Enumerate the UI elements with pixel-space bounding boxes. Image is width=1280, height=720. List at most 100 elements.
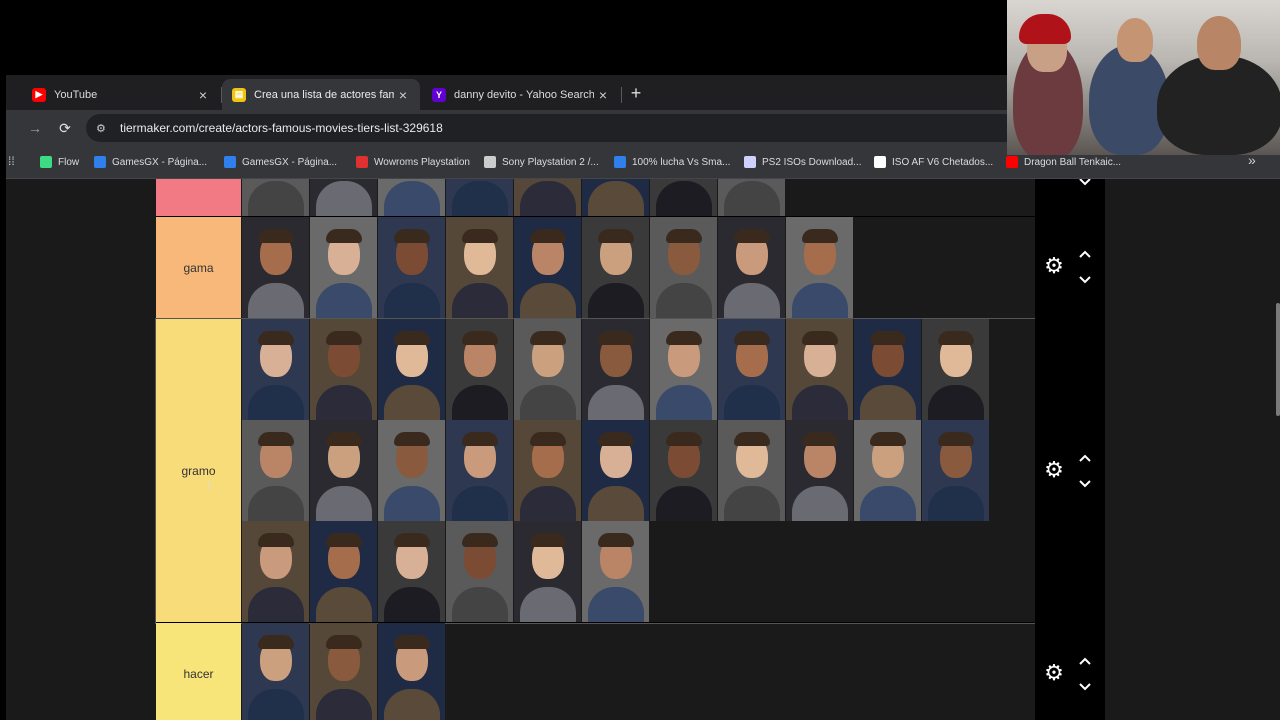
actor-tile[interactable]	[310, 623, 377, 720]
bookmark-gamesgx-2[interactable]: GamesGX - Página...	[224, 154, 337, 170]
chevron-up-icon[interactable]	[1077, 247, 1093, 261]
actor-body	[588, 587, 644, 622]
tab-tiermaker[interactable]: ▤ Crea una lista de actores famosos ×	[222, 79, 420, 110]
actor-tile[interactable]	[922, 420, 989, 521]
actor-hair	[258, 432, 294, 446]
actor-tile[interactable]	[922, 319, 989, 420]
actor-tile[interactable]	[650, 179, 717, 216]
actor-tile[interactable]	[786, 217, 853, 318]
actor-tile[interactable]	[582, 179, 649, 216]
actor-tile[interactable]	[514, 217, 581, 318]
actor-tile[interactable]	[514, 319, 581, 420]
site-info-icon[interactable]: ⚙	[96, 122, 112, 135]
new-tab-button[interactable]: +	[626, 83, 646, 103]
actor-tile[interactable]	[582, 521, 649, 622]
actor-tile[interactable]	[242, 217, 309, 318]
chevron-down-icon[interactable]	[1077, 273, 1093, 287]
actor-tile[interactable]	[446, 521, 513, 622]
yahoo-icon: Y	[432, 87, 446, 102]
gear-icon[interactable]: ⚙	[1043, 255, 1065, 277]
actor-tile[interactable]	[582, 319, 649, 420]
actor-tile[interactable]	[310, 179, 377, 216]
actor-tile[interactable]	[650, 420, 717, 521]
actor-body	[860, 486, 916, 521]
bookmark-icon	[40, 156, 52, 168]
actor-tile[interactable]	[378, 623, 445, 720]
close-tab-icon[interactable]: ×	[394, 87, 412, 103]
actor-tile[interactable]	[718, 179, 785, 216]
tier-controls-hacer: ⚙	[1035, 623, 1105, 720]
tier-label[interactable]: gama	[156, 217, 241, 318]
bookmark-gamesgx-1[interactable]: GamesGX - Página...	[94, 154, 207, 170]
actor-tile[interactable]	[854, 420, 921, 521]
actor-tile[interactable]	[242, 179, 309, 216]
actor-tile[interactable]	[378, 420, 445, 521]
actor-tile[interactable]	[786, 420, 853, 521]
actor-tile[interactable]	[446, 179, 513, 216]
actor-tile[interactable]	[242, 521, 309, 622]
actor-tile[interactable]	[718, 217, 785, 318]
actor-tile[interactable]	[310, 319, 377, 420]
chevron-up-icon[interactable]	[1077, 451, 1093, 465]
forward-icon[interactable]: →	[26, 119, 44, 137]
tab-youtube[interactable]: ▶ YouTube ×	[22, 79, 220, 110]
actor-tile[interactable]	[378, 217, 445, 318]
actor-body	[588, 283, 644, 318]
chevron-down-icon[interactable]	[1077, 179, 1093, 189]
apps-icon[interactable]: ⁞⁞	[8, 154, 15, 168]
bookmark-ps2-isos[interactable]: PS2 ISOs Download...	[744, 154, 862, 170]
tier-label[interactable]: hacer	[156, 623, 241, 720]
bookmark-dragon-ball[interactable]: Dragon Ball Tenkaic...	[1006, 154, 1121, 170]
actor-tile[interactable]	[310, 521, 377, 622]
bookmark-flow[interactable]: Flow	[40, 154, 79, 170]
actor-body	[384, 587, 440, 622]
chevron-up-icon[interactable]	[1077, 654, 1093, 668]
bookmark-icon	[1006, 156, 1018, 168]
reload-icon[interactable]: ⟳	[56, 119, 74, 137]
tier-label[interactable]	[156, 179, 241, 216]
close-tab-icon[interactable]: ×	[194, 87, 212, 103]
actor-tile[interactable]	[446, 319, 513, 420]
actor-tile[interactable]	[514, 420, 581, 521]
close-tab-icon[interactable]: ×	[594, 87, 612, 103]
actor-tile[interactable]	[446, 217, 513, 318]
actor-tile[interactable]	[582, 420, 649, 521]
actor-tile[interactable]	[514, 521, 581, 622]
actor-tile[interactable]	[242, 319, 309, 420]
actor-body	[860, 385, 916, 420]
actor-tile[interactable]	[650, 319, 717, 420]
chevron-down-icon[interactable]	[1077, 477, 1093, 491]
bookmark-wowroms[interactable]: Wowroms Playstation	[356, 154, 470, 170]
actor-tile[interactable]	[446, 420, 513, 521]
actor-tile[interactable]	[378, 179, 445, 216]
actor-tile[interactable]	[310, 420, 377, 521]
bookmark-100-lucha[interactable]: 100% lucha Vs Sma...	[614, 154, 730, 170]
actor-hair	[258, 331, 294, 345]
actor-tile[interactable]	[242, 420, 309, 521]
actor-tile[interactable]	[310, 217, 377, 318]
actor-tile[interactable]	[786, 319, 853, 420]
gear-icon[interactable]: ⚙	[1043, 459, 1065, 481]
actor-body	[520, 486, 576, 521]
actor-body	[588, 385, 644, 420]
bookmark-sony-ps2[interactable]: Sony Playstation 2 /...	[484, 154, 599, 170]
actor-tile[interactable]	[718, 420, 785, 521]
actor-tile[interactable]	[378, 319, 445, 420]
actor-tile[interactable]	[514, 179, 581, 216]
actor-tile[interactable]	[718, 319, 785, 420]
actor-tile[interactable]	[582, 217, 649, 318]
actor-tile[interactable]	[378, 521, 445, 622]
actor-body	[724, 181, 780, 216]
tier-label[interactable]: gramo	[156, 319, 241, 622]
actor-body	[316, 181, 372, 216]
tab-yahoo-search[interactable]: Y danny devito - Yahoo Search Tr ×	[422, 79, 620, 110]
bookmark-iso-af[interactable]: ISO AF V6 Chetados...	[874, 154, 993, 170]
gear-icon[interactable]: ⚙	[1043, 662, 1065, 684]
scrollbar-track[interactable]	[1274, 179, 1280, 720]
actor-tile[interactable]	[854, 319, 921, 420]
scrollbar-thumb[interactable]	[1276, 303, 1280, 416]
tiermaker-page: gama gramo hacer ⚙ ⚙ ⚙ I	[6, 179, 1280, 720]
chevron-down-icon[interactable]	[1077, 680, 1093, 694]
actor-tile[interactable]	[650, 217, 717, 318]
actor-tile[interactable]	[242, 623, 309, 720]
